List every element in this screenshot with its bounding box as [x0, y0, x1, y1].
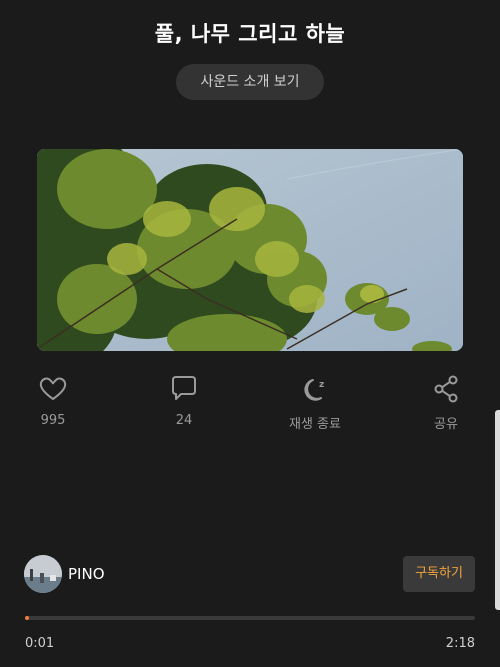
comment-icon[interactable]	[169, 374, 199, 404]
track-title: 풀, 나무 그리고 하늘	[154, 22, 346, 46]
svg-text:z: z	[319, 380, 324, 390]
sleep-timer-icon[interactable]: z	[300, 374, 330, 404]
elapsed-time: 0:01	[25, 636, 55, 651]
comment-count: 24	[175, 413, 193, 428]
like-count: 995	[40, 413, 66, 428]
sound-intro-button[interactable]: 사운드 소개 보기	[176, 64, 324, 100]
sleep-timer-action[interactable]: z 재생 종료	[270, 374, 360, 432]
artist-name[interactable]: PINO	[68, 565, 105, 583]
share-icon[interactable]	[431, 374, 461, 404]
comment-action[interactable]: 24	[139, 374, 229, 428]
playback-progress-bar[interactable]	[25, 616, 475, 620]
playback-progress-fill	[25, 616, 29, 620]
artist-avatar[interactable]	[24, 555, 62, 593]
like-action[interactable]: 995	[8, 374, 98, 428]
heart-icon[interactable]	[38, 374, 68, 404]
subscribe-button[interactable]: 구독하기	[403, 556, 475, 592]
sleep-timer-label: 재생 종료	[289, 417, 341, 432]
scrollbar[interactable]	[495, 410, 500, 610]
share-action[interactable]: 공유	[401, 374, 491, 432]
total-time: 2:18	[445, 636, 475, 651]
share-label: 공유	[434, 417, 458, 432]
track-artwork	[37, 149, 463, 351]
